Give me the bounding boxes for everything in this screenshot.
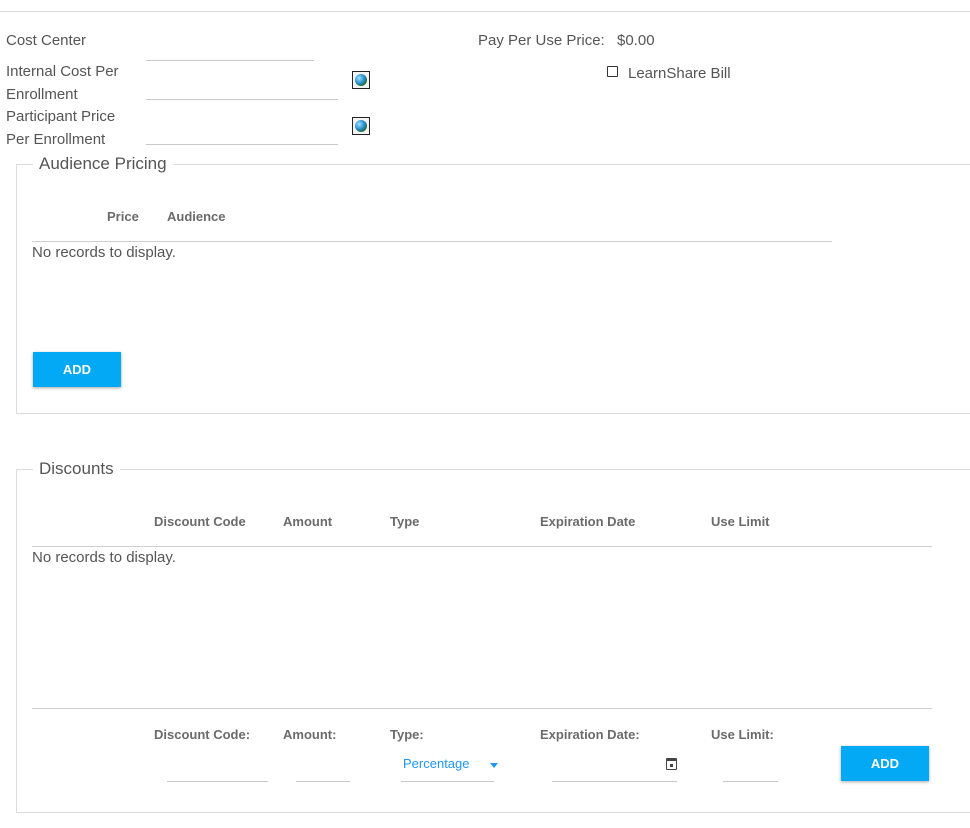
column-header-amount[interactable]: Amount <box>283 514 332 529</box>
audience-pricing-legend: Audience Pricing <box>39 154 167 173</box>
discount-code-field-label: Discount Code: <box>154 727 251 742</box>
audience-empty-message: No records to display. <box>32 244 176 261</box>
globe-icon-image <box>355 74 367 86</box>
discounts-legend: Discounts <box>39 459 114 478</box>
top-divider <box>0 11 970 12</box>
pay-per-use-label: Pay Per Use Price: <box>478 32 605 49</box>
discounts-footer-divider <box>32 708 932 709</box>
type-select-value: Percentage <box>403 756 470 771</box>
globe-icon[interactable] <box>352 71 370 89</box>
type-select[interactable]: Percentage <box>401 752 498 782</box>
participant-price-label-line1: Participant Price <box>6 108 116 125</box>
amount-input[interactable] <box>296 761 350 782</box>
internal-cost-input[interactable] <box>146 79 338 100</box>
learnshare-bill-checkbox[interactable] <box>607 66 618 77</box>
use-limit-field-label: Use Limit: <box>711 727 774 742</box>
calendar-icon-dot <box>670 764 673 767</box>
expiration-date-field-label: Expiration Date: <box>540 727 640 742</box>
learnshare-bill-label: LearnShare Bill <box>628 65 731 82</box>
column-header-audience[interactable]: Audience <box>167 209 226 224</box>
discount-code-input[interactable] <box>167 761 268 782</box>
cost-center-input[interactable] <box>146 40 314 61</box>
internal-cost-label-line1: Internal Cost Per <box>6 63 119 80</box>
column-header-discount-code[interactable]: Discount Code <box>154 514 246 529</box>
participant-price-label-line2: Per Enrollment <box>6 131 106 148</box>
type-field-label: Type: <box>390 727 424 742</box>
expiration-date-input[interactable] <box>552 752 677 782</box>
globe-icon[interactable] <box>352 117 370 135</box>
audience-add-button[interactable]: ADD <box>33 352 121 387</box>
internal-cost-label-line2: Enrollment <box>6 86 78 103</box>
pay-per-use-value: $0.00 <box>617 32 655 49</box>
chevron-down-icon <box>490 763 498 768</box>
column-header-type[interactable]: Type <box>390 514 419 529</box>
discount-add-button[interactable]: ADD <box>841 746 929 781</box>
column-header-expiration-date[interactable]: Expiration Date <box>540 514 635 529</box>
discounts-header-divider <box>32 546 932 547</box>
participant-price-input[interactable] <box>146 124 338 145</box>
audience-pricing-section: Audience Pricing <box>16 154 970 414</box>
use-limit-input[interactable] <box>723 761 778 782</box>
globe-icon-image <box>355 120 367 132</box>
calendar-icon[interactable] <box>666 758 677 770</box>
column-header-price[interactable]: Price <box>107 209 139 224</box>
cost-center-label: Cost Center <box>6 32 87 49</box>
audience-header-divider <box>32 241 832 242</box>
discounts-empty-message: No records to display. <box>32 549 176 566</box>
column-header-use-limit[interactable]: Use Limit <box>711 514 770 529</box>
amount-field-label: Amount: <box>283 727 337 742</box>
